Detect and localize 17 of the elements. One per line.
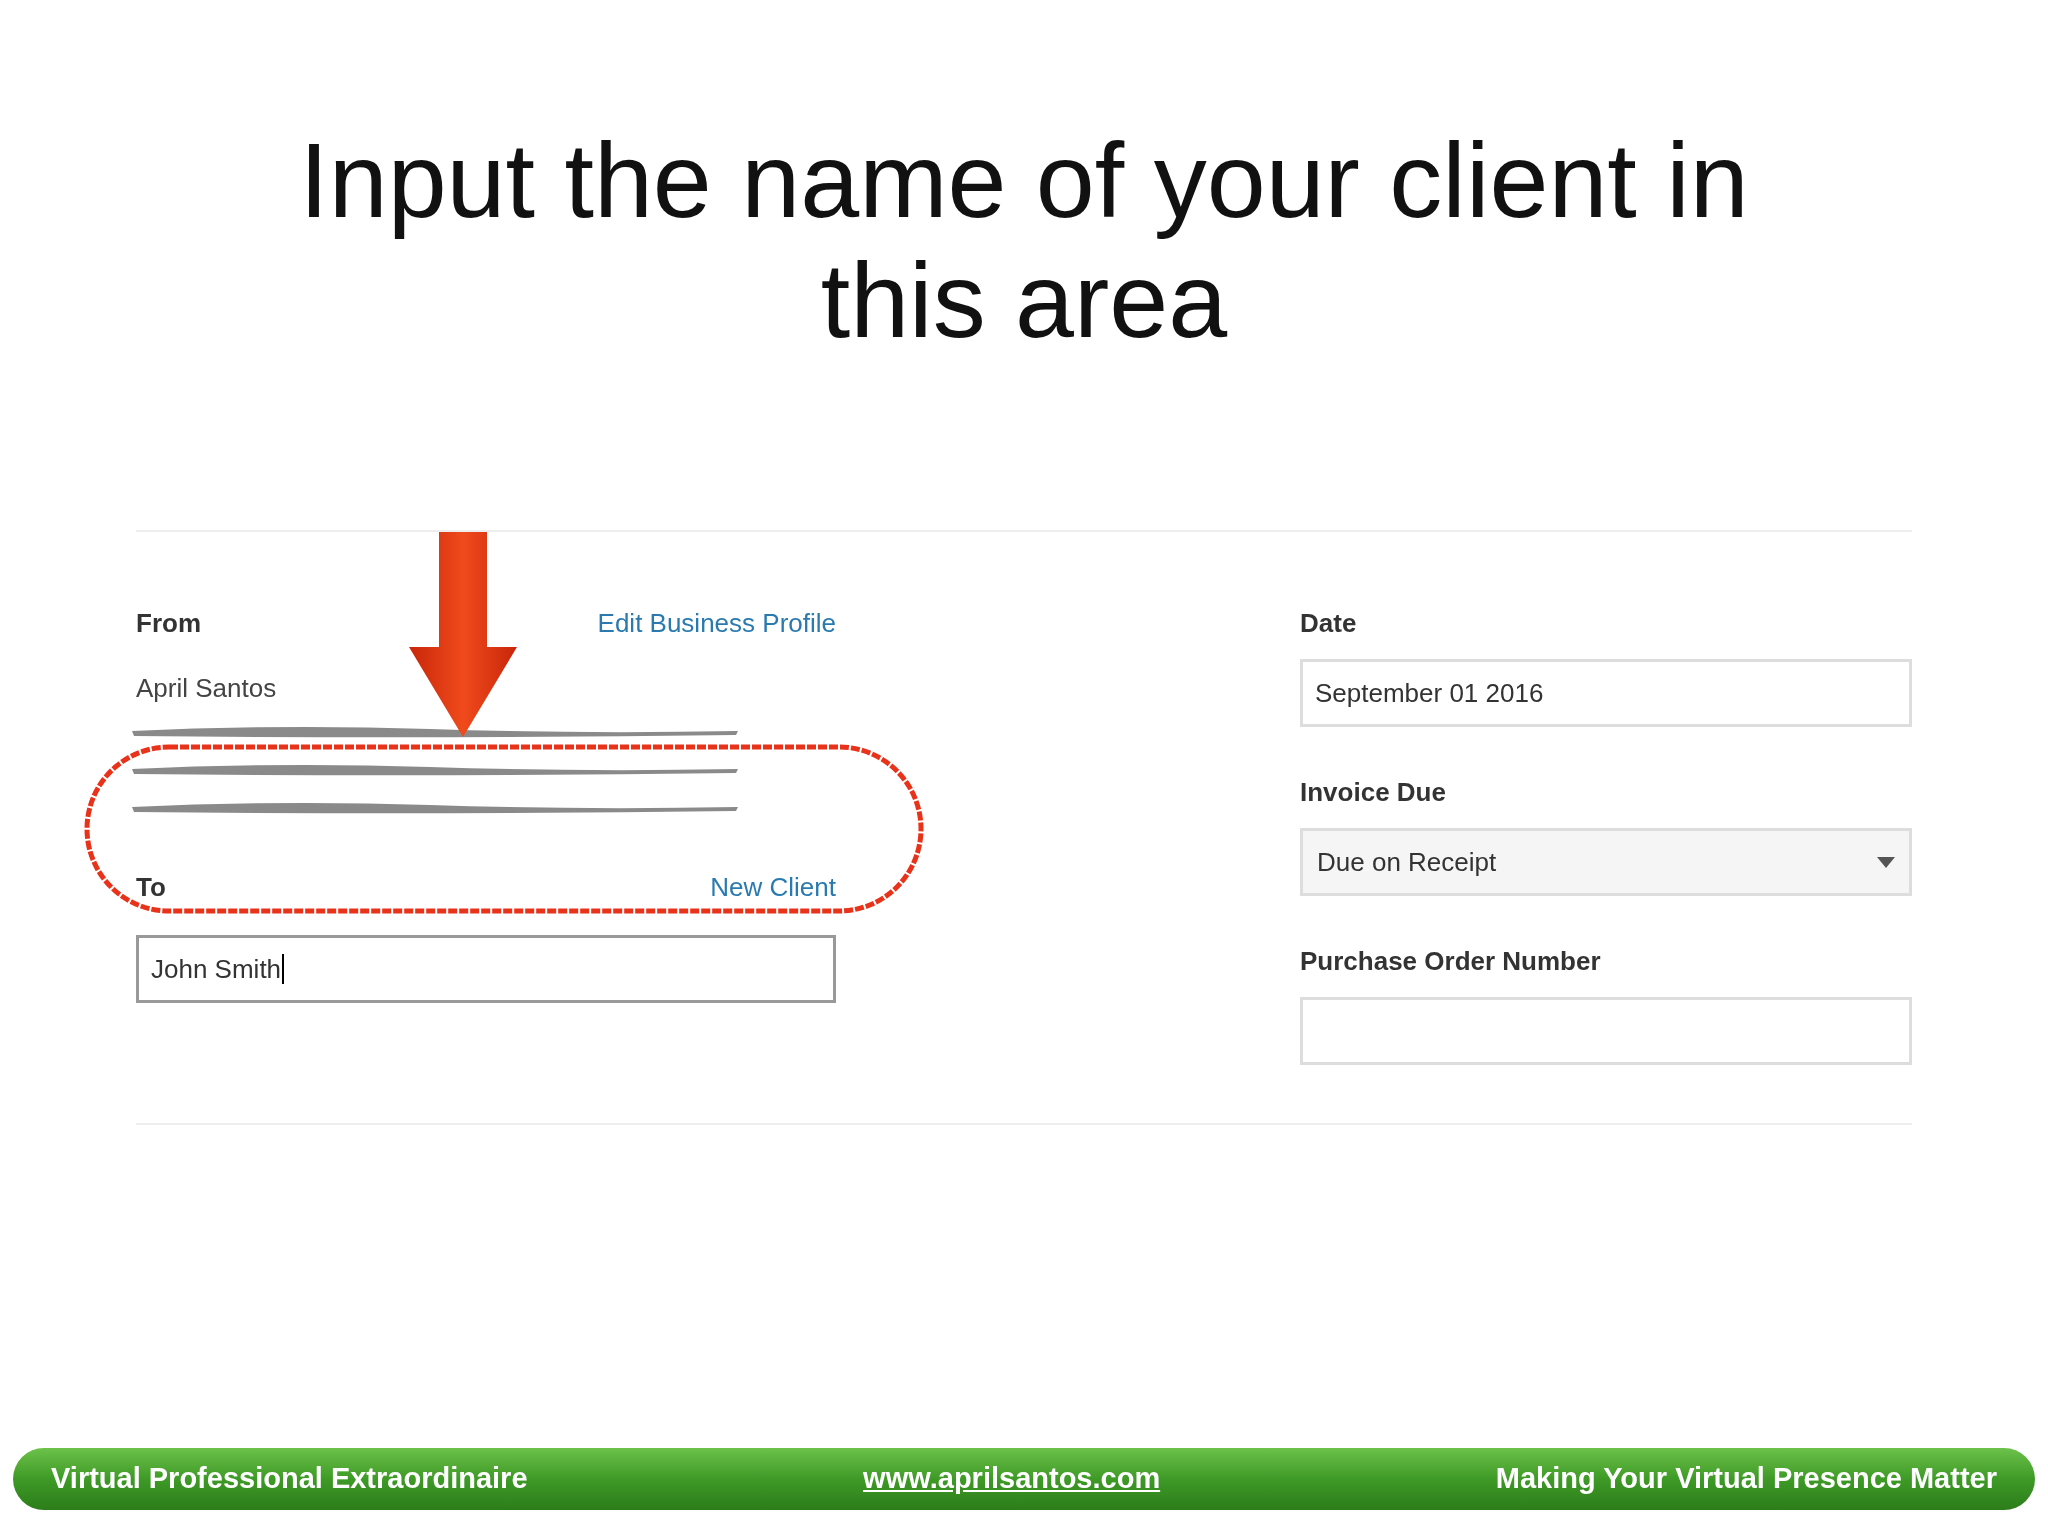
date-field[interactable]: September 01 2016: [1300, 659, 1912, 727]
caret-icon: [1877, 856, 1895, 868]
to-label: To: [136, 871, 166, 904]
purchase-order-label: Purchase Order Number: [1300, 945, 1602, 978]
client-name-field[interactable]: John Smith: [136, 935, 836, 1003]
slide-title: Input the name of your client in this area: [299, 120, 1749, 360]
sender-name: April Santos: [136, 672, 278, 705]
invoice-due-label: Invoice Due: [1300, 776, 1447, 809]
edit-business-profile-link[interactable]: Edit Business Profile: [597, 604, 836, 643]
purchase-order-field[interactable]: [1300, 997, 1912, 1065]
footer-tagline: Virtual Professional Extraordinaire: [51, 1461, 528, 1497]
date-label: Date: [1300, 607, 1358, 640]
website-link[interactable]: www.aprilsantos.com: [863, 1457, 1161, 1501]
invoice-due-dropdown[interactable]: Due on Receipt: [1300, 828, 1912, 896]
footer-slogan: Making Your Virtual Presence Matter: [1495, 1461, 1997, 1497]
from-label: From: [136, 607, 201, 640]
new-client-link[interactable]: New Client: [710, 868, 836, 907]
